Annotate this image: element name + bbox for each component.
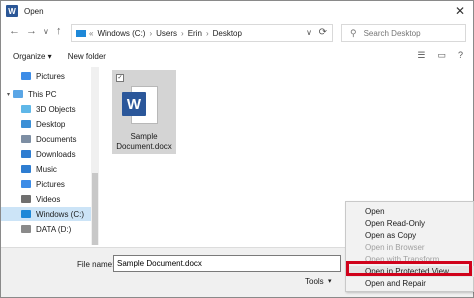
sidebar-scroll-thumb[interactable] <box>92 173 98 245</box>
chevron-right-icon[interactable]: › <box>181 29 184 38</box>
chevron-down-icon[interactable]: ▾ <box>328 277 332 285</box>
sidebar-item-label: This PC <box>28 89 57 99</box>
drive-d-icon <box>21 225 31 233</box>
menu-item-open[interactable]: Open <box>347 206 474 217</box>
videos-icon <box>21 195 31 203</box>
tools-button[interactable]: Tools <box>305 277 324 286</box>
selection-checkbox[interactable]: ✓ <box>116 74 124 82</box>
new-folder-button[interactable]: New folder <box>68 52 106 61</box>
organize-button[interactable]: Organize ▾ <box>13 52 52 61</box>
breadcrumb-users[interactable]: Users <box>156 29 177 38</box>
back-arrow-icon[interactable]: ← <box>9 25 20 37</box>
file-item-sample-document[interactable]: ✓ W Sample Document.docx <box>112 70 176 154</box>
up-arrow-icon[interactable]: ↑ <box>56 25 62 37</box>
forward-arrow-icon[interactable]: → <box>26 25 37 37</box>
address-row: ← → ∨ ↑ « Windows (C:) › Users › Erin › … <box>1 23 473 43</box>
address-dropdown-icon[interactable]: ∨ <box>306 28 312 37</box>
downloads-icon <box>21 150 31 158</box>
sidebar-item-data-d[interactable]: DATA (D:) <box>1 222 99 236</box>
file-name-field-label: File name: <box>77 260 115 269</box>
file-name-label: Sample Document.docx <box>112 132 176 152</box>
sidebar-item-label: Pictures <box>36 71 65 81</box>
sidebar-item-label: Documents <box>36 134 77 144</box>
file-name-input[interactable] <box>113 255 341 272</box>
refresh-icon[interactable]: ⟳ <box>319 27 327 38</box>
expand-chevron-icon[interactable]: ▾ <box>7 91 10 98</box>
close-icon[interactable]: ✕ <box>455 4 465 18</box>
music-icon <box>21 165 31 173</box>
sidebar-item-downloads[interactable]: Downloads <box>1 147 99 161</box>
sidebar-item-pictures[interactable]: Pictures <box>1 177 99 191</box>
view-controls: ☰ ▭ ? <box>417 50 463 61</box>
sidebar-item-label: Windows (C:) <box>36 209 85 219</box>
sidebar-item-label: 3D Objects <box>36 104 76 114</box>
preview-pane-icon[interactable]: ▭ <box>437 50 446 61</box>
menu-item-open-in-protected-view[interactable]: Open in Protected View <box>347 266 474 277</box>
this-pc-icon <box>13 90 24 98</box>
menu-item-open-as-copy[interactable]: Open as Copy <box>347 230 474 241</box>
word-document-icon: W <box>122 86 158 128</box>
help-icon[interactable]: ? <box>458 50 463 61</box>
breadcrumb-erin[interactable]: Erin <box>188 29 202 38</box>
breadcrumb-desktop[interactable]: Desktop <box>213 29 242 38</box>
drive-icon <box>76 29 86 37</box>
chevron-right-icon[interactable]: › <box>206 29 209 38</box>
breadcrumb-windows-c[interactable]: Windows (C:) <box>97 29 145 38</box>
sidebar-item-label: Music <box>36 164 57 174</box>
file-name-line-2: Document.docx <box>116 142 172 151</box>
open-dialog: W Open ✕ ← → ∨ ↑ « Windows (C:) › Users … <box>0 0 474 298</box>
view-options-icon[interactable]: ☰ <box>417 50 425 61</box>
sidebar-item-pictures-quick[interactable]: Pictures <box>1 69 99 83</box>
documents-icon <box>21 135 31 143</box>
desktop-icon <box>21 120 31 128</box>
search-input[interactable] <box>363 28 459 38</box>
pictures-icon <box>21 180 31 188</box>
sidebar-item-label: DATA (D:) <box>36 224 72 234</box>
file-name-line-1: Sample <box>130 132 158 141</box>
3d-objects-icon <box>21 105 31 113</box>
sidebar-item-desktop[interactable]: Desktop <box>1 117 99 131</box>
open-options-menu: Open Open Read-Only Open as Copy Open in… <box>345 201 474 292</box>
sidebar-item-this-pc[interactable]: ▾ This PC <box>1 87 99 101</box>
sidebar-item-label: Desktop <box>36 119 66 129</box>
chevron-right-icon[interactable]: › <box>149 29 152 38</box>
sidebar-item-label: Pictures <box>36 179 65 189</box>
address-bar[interactable]: « Windows (C:) › Users › Erin › Desktop … <box>71 24 333 42</box>
menu-item-open-with-transform: Open with Transform <box>365 255 440 264</box>
word-badge-icon: W <box>122 92 146 116</box>
sidebar-item-music[interactable]: Music <box>1 162 99 176</box>
sidebar-item-windows-c[interactable]: Windows (C:) <box>1 207 99 221</box>
menu-item-open-and-repair[interactable]: Open and Repair <box>347 278 474 289</box>
navigation-pane: Pictures ▾ This PC 3D Objects Desktop Do… <box>1 67 99 245</box>
search-icon: ⚲ <box>350 27 357 38</box>
crumb-overflow-icon[interactable]: « <box>89 29 93 38</box>
title-bar: W Open ✕ <box>1 1 473 21</box>
sidebar-item-label: Videos <box>36 194 61 204</box>
menu-item-open-read-only[interactable]: Open Read-Only <box>347 218 474 229</box>
menu-item-open-in-browser: Open in Browser <box>365 243 425 252</box>
sidebar-item-videos[interactable]: Videos <box>1 192 99 206</box>
command-bar: Organize ▾ New folder ☰ ▭ ? <box>1 47 473 65</box>
word-app-icon: W <box>6 5 18 17</box>
sidebar-item-documents[interactable]: Documents <box>1 132 99 146</box>
drive-c-icon <box>21 210 31 218</box>
window-title: Open <box>24 6 44 16</box>
search-box[interactable]: ⚲ <box>341 24 466 42</box>
sidebar-item-label: Downloads <box>36 149 76 159</box>
pictures-icon <box>21 72 31 80</box>
sidebar-item-3d-objects[interactable]: 3D Objects <box>1 102 99 116</box>
recent-locations-chevron-icon[interactable]: ∨ <box>43 27 49 36</box>
